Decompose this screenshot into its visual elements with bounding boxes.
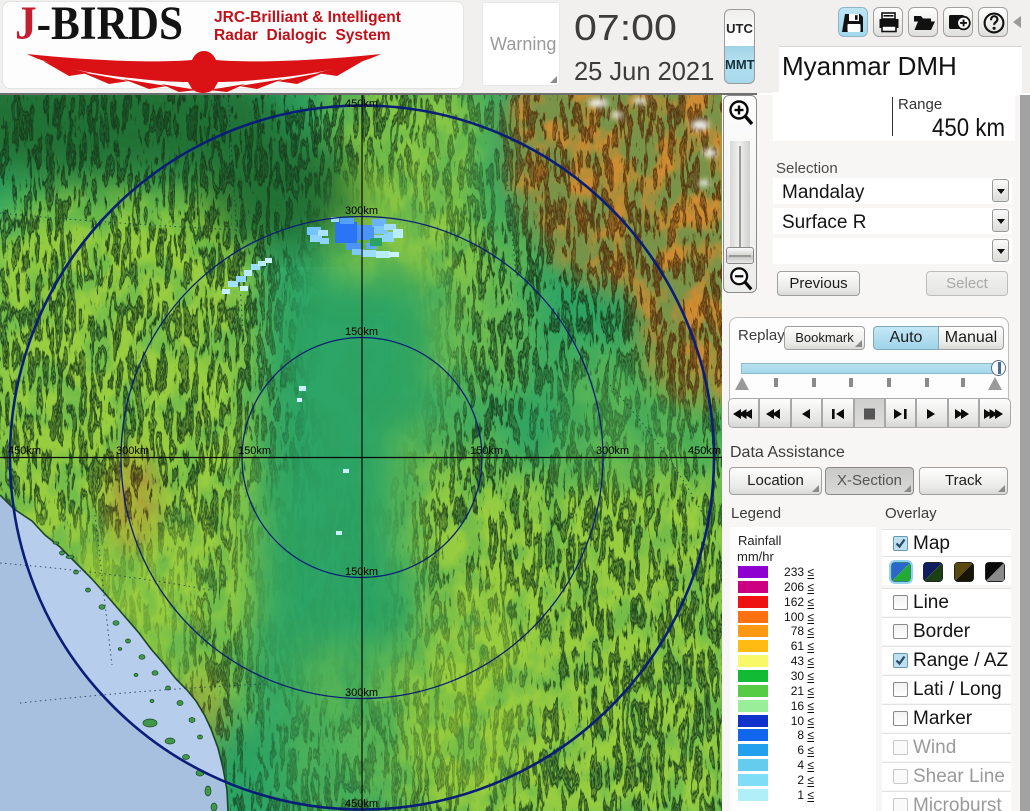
- svg-text:300km: 300km: [116, 445, 149, 457]
- svg-text:150km: 150km: [345, 326, 378, 338]
- svg-text:450km: 450km: [688, 445, 721, 457]
- svg-text:300km: 300km: [345, 205, 378, 217]
- svg-text:450km: 450km: [345, 98, 378, 110]
- svg-text:300km: 300km: [345, 687, 378, 699]
- svg-text:150km: 150km: [345, 566, 378, 578]
- svg-text:450km: 450km: [345, 798, 378, 810]
- svg-text:300km: 300km: [596, 445, 629, 457]
- svg-text:150km: 150km: [238, 445, 271, 457]
- svg-text:450km: 450km: [8, 445, 41, 457]
- svg-text:150km: 150km: [470, 445, 503, 457]
